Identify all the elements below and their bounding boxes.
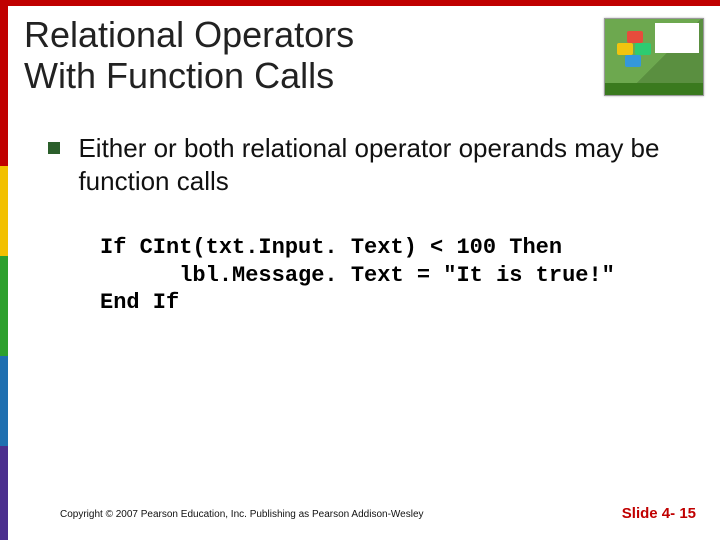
side-stripe-purple <box>0 446 8 540</box>
book-cover-image <box>604 18 704 96</box>
code-line-2: lbl.Message. Text = "It is true!" <box>100 263 615 288</box>
top-accent-bar <box>0 0 720 6</box>
bullet-square-icon <box>48 142 60 154</box>
bullet-text: Either or both relational operator opera… <box>78 132 678 197</box>
title-line-1: Relational Operators <box>24 14 354 55</box>
slide: Relational Operators With Function Calls… <box>0 0 720 540</box>
code-sample: If CInt(txt.Input. Text) < 100 Then lbl.… <box>100 234 615 317</box>
code-line-1: If CInt(txt.Input. Text) < 100 Then <box>100 235 562 260</box>
title-line-2: With Function Calls <box>24 55 334 96</box>
side-stripe-green <box>0 256 8 356</box>
footer-copyright: Copyright © 2007 Pearson Education, Inc.… <box>60 509 424 520</box>
slide-title: Relational Operators With Function Calls <box>24 14 354 97</box>
side-stripe-blue <box>0 356 8 446</box>
footer-slide-number: Slide 4- 15 <box>622 505 696 522</box>
code-line-3: End If <box>100 290 179 315</box>
lego-blocks-icon <box>613 31 659 69</box>
side-stripe-red <box>0 6 8 166</box>
side-stripe-yellow <box>0 166 8 256</box>
bullet-item: Either or both relational operator opera… <box>48 132 680 197</box>
